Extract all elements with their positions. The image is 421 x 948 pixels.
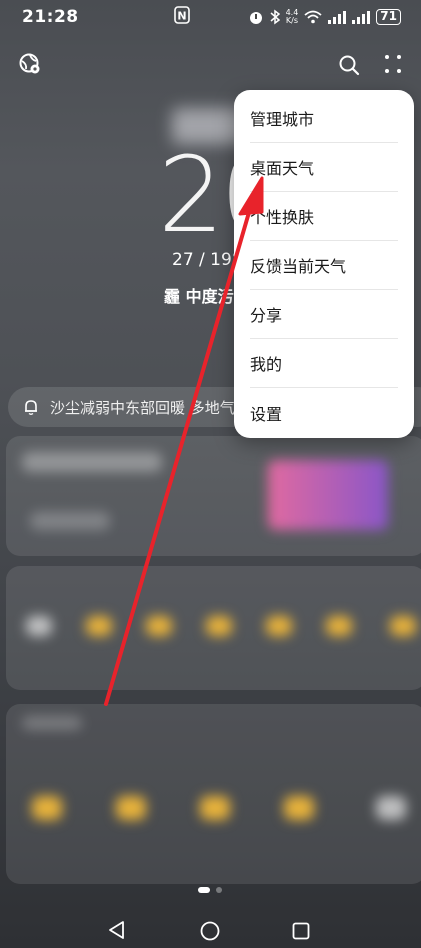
signal-icon	[328, 11, 347, 24]
nav-home-icon[interactable]	[200, 921, 220, 941]
battery-indicator: 71	[376, 9, 401, 25]
top-toolbar	[0, 52, 421, 82]
air-quality[interactable]: 霾 中度污	[164, 283, 234, 307]
system-navigation-bar	[0, 900, 421, 948]
nav-recent-icon[interactable]	[292, 922, 310, 940]
more-icon[interactable]	[384, 54, 402, 74]
aqi-text: 中度污	[185, 287, 234, 306]
overflow-menu: 管理城市 桌面天气 个性换肤 反馈当前天气 分享 我的 设置	[234, 90, 414, 438]
status-bar: 21:28 N 4.4 K/s 71	[0, 0, 421, 34]
notice-text: 沙尘减弱中东部回暖 多地气温	[50, 398, 250, 417]
globe-icon[interactable]	[18, 52, 42, 76]
status-icons: 4.4 K/s 71	[248, 9, 401, 25]
blurred-card-daily[interactable]	[6, 704, 421, 884]
net-speed: 4.4 K/s	[286, 9, 299, 25]
signal-icon-2	[352, 11, 371, 24]
nfc-icon: N	[174, 6, 190, 28]
net-speed-unit: K/s	[285, 16, 298, 25]
blurred-card-forecast[interactable]	[6, 436, 421, 556]
menu-item-share[interactable]: 分享	[250, 290, 398, 339]
page-indicator	[198, 887, 222, 893]
status-time: 21:28	[22, 7, 79, 27]
nav-back-icon[interactable]	[108, 920, 126, 940]
bluetooth-icon	[270, 9, 280, 25]
menu-item-desktop-weather[interactable]: 桌面天气	[250, 143, 398, 192]
menu-item-settings[interactable]: 设置	[250, 388, 398, 437]
page-dot	[216, 887, 222, 893]
temperature-range: 27 / 19°	[172, 250, 241, 270]
menu-item-mine[interactable]: 我的	[250, 339, 398, 388]
svg-text:N: N	[177, 10, 186, 23]
search-icon[interactable]	[338, 54, 360, 76]
menu-item-skins[interactable]: 个性换肤	[250, 192, 398, 241]
wifi-icon	[304, 10, 322, 24]
menu-item-feedback[interactable]: 反馈当前天气	[250, 241, 398, 290]
page-dot-active	[198, 887, 210, 893]
aqi-prefix: 霾	[164, 287, 181, 306]
alarm-icon	[249, 12, 262, 24]
bell-icon	[25, 400, 37, 415]
blurred-card-hourly[interactable]	[6, 566, 421, 690]
menu-item-manage-cities[interactable]: 管理城市	[250, 94, 398, 143]
